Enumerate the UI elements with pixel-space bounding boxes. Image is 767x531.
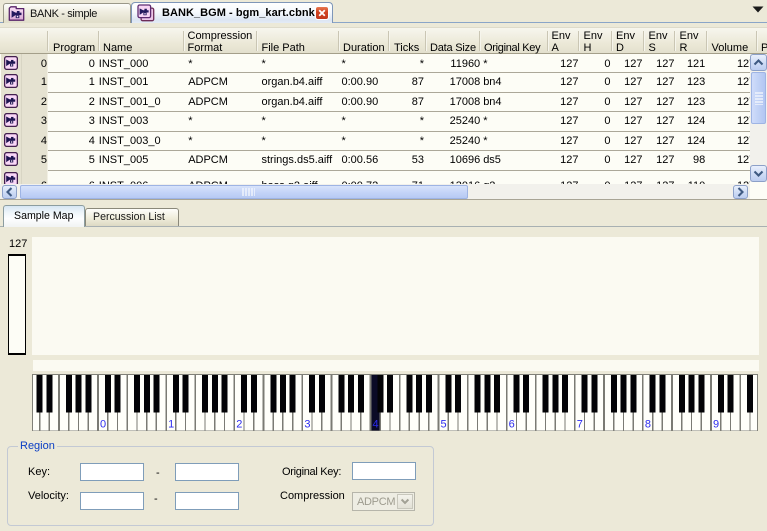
svg-text:9: 9 xyxy=(713,418,719,430)
svg-text:8: 8 xyxy=(645,418,651,430)
svg-text:0: 0 xyxy=(100,418,106,430)
svg-text:2: 2 xyxy=(236,418,242,430)
svg-text:7: 7 xyxy=(577,418,583,430)
svg-text:6: 6 xyxy=(509,418,515,430)
svg-text:5: 5 xyxy=(441,418,447,430)
svg-text:1: 1 xyxy=(168,418,174,430)
svg-text:4: 4 xyxy=(372,418,378,430)
svg-text:3: 3 xyxy=(304,418,310,430)
